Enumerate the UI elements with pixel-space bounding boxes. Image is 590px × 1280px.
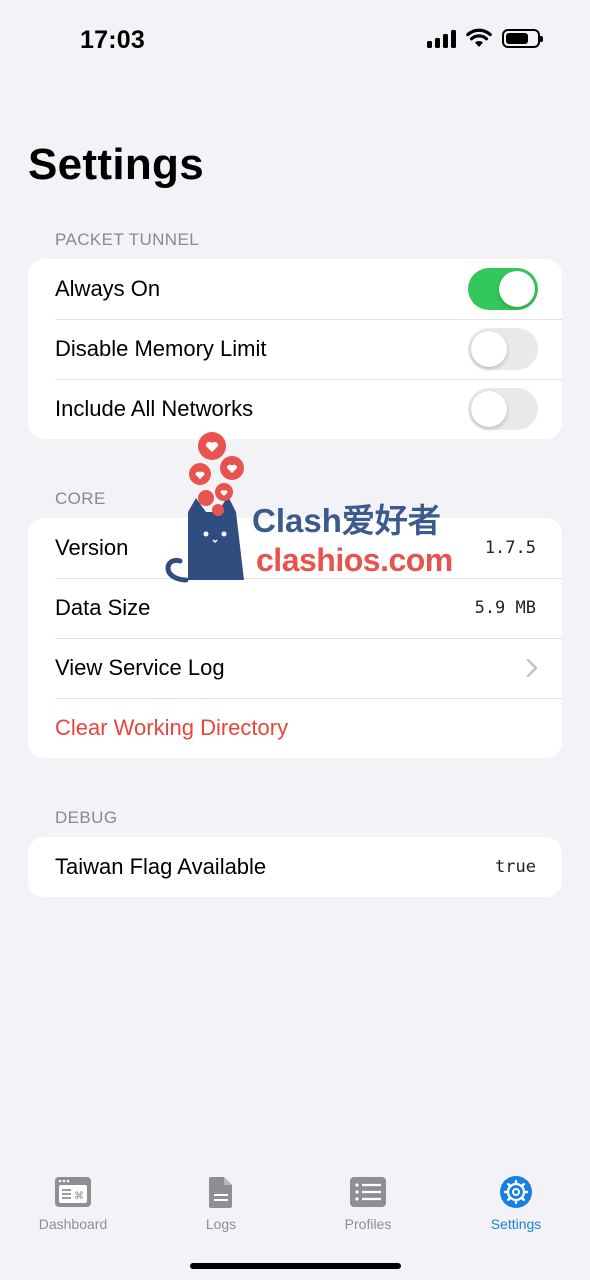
tab-dashboard[interactable]: ⌘ Dashboard — [8, 1175, 138, 1232]
home-indicator — [190, 1263, 401, 1269]
taiwan-flag-value: true — [495, 857, 536, 877]
page-title: Settings — [28, 140, 204, 189]
terminal-window-icon: ⌘ — [55, 1177, 91, 1207]
tab-settings[interactable]: Settings — [451, 1175, 581, 1232]
taiwan-flag-label: Taiwan Flag Available — [55, 854, 267, 879]
always-on-label: Always On — [55, 276, 161, 301]
watermark-url: clashios.com — [256, 542, 453, 578]
cellular-signal-icon — [427, 28, 456, 48]
data-size-label: Data Size — [55, 595, 151, 620]
tab-profiles[interactable]: Profiles — [303, 1175, 433, 1232]
debug-group: Taiwan Flag Available true — [28, 837, 562, 897]
chevron-right-icon — [526, 658, 538, 678]
tab-settings-label: Settings — [490, 1216, 542, 1232]
section-header-packet-tunnel: PACKET TUNNEL — [55, 230, 200, 249]
view-service-log-label: View Service Log — [55, 655, 225, 680]
list-icon — [350, 1177, 386, 1207]
tab-logs-label: Logs — [205, 1216, 237, 1232]
clear-working-directory-row[interactable]: Clear Working Directory — [28, 698, 562, 758]
always-on-row: Always On — [28, 259, 562, 319]
gear-icon — [500, 1176, 532, 1208]
watermark-title: Clash爱好者 — [252, 502, 441, 539]
tab-bar: ⌘ Dashboard Logs Profiles Settings — [0, 1150, 590, 1280]
status-icons — [427, 28, 543, 48]
version-label: Version — [55, 535, 129, 560]
section-header-debug: DEBUG — [55, 808, 118, 827]
section-header-core: CORE — [55, 489, 106, 508]
wifi-icon — [466, 28, 492, 47]
status-bar: 17:03 — [0, 0, 590, 80]
include-all-networks-toggle[interactable] — [468, 388, 538, 430]
clear-working-directory-label: Clear Working Directory — [55, 715, 289, 740]
cat-with-hearts-logo — [165, 432, 244, 583]
svg-text:⌘: ⌘ — [74, 1191, 84, 1202]
include-all-networks-label: Include All Networks — [55, 396, 254, 421]
status-time: 17:03 — [80, 26, 145, 54]
data-size-value: 5.9 MB — [474, 598, 536, 618]
version-value: 1.7.5 — [484, 538, 536, 558]
taiwan-flag-row: Taiwan Flag Available true — [28, 837, 562, 897]
watermark: Clash爱好者 clashios.com — [160, 430, 460, 590]
tab-profiles-label: Profiles — [344, 1216, 392, 1232]
battery-icon — [502, 28, 543, 48]
packet-tunnel-group: Always On Disable Memory Limit Include A… — [28, 259, 562, 439]
disable-memory-limit-label: Disable Memory Limit — [55, 336, 267, 361]
document-icon — [209, 1177, 232, 1208]
always-on-toggle[interactable] — [468, 268, 538, 310]
tab-dashboard-label: Dashboard — [38, 1216, 108, 1232]
view-service-log-row[interactable]: View Service Log — [28, 638, 562, 698]
tab-logs[interactable]: Logs — [156, 1175, 286, 1232]
disable-memory-limit-row: Disable Memory Limit — [28, 319, 562, 379]
disable-memory-limit-toggle[interactable] — [468, 328, 538, 370]
